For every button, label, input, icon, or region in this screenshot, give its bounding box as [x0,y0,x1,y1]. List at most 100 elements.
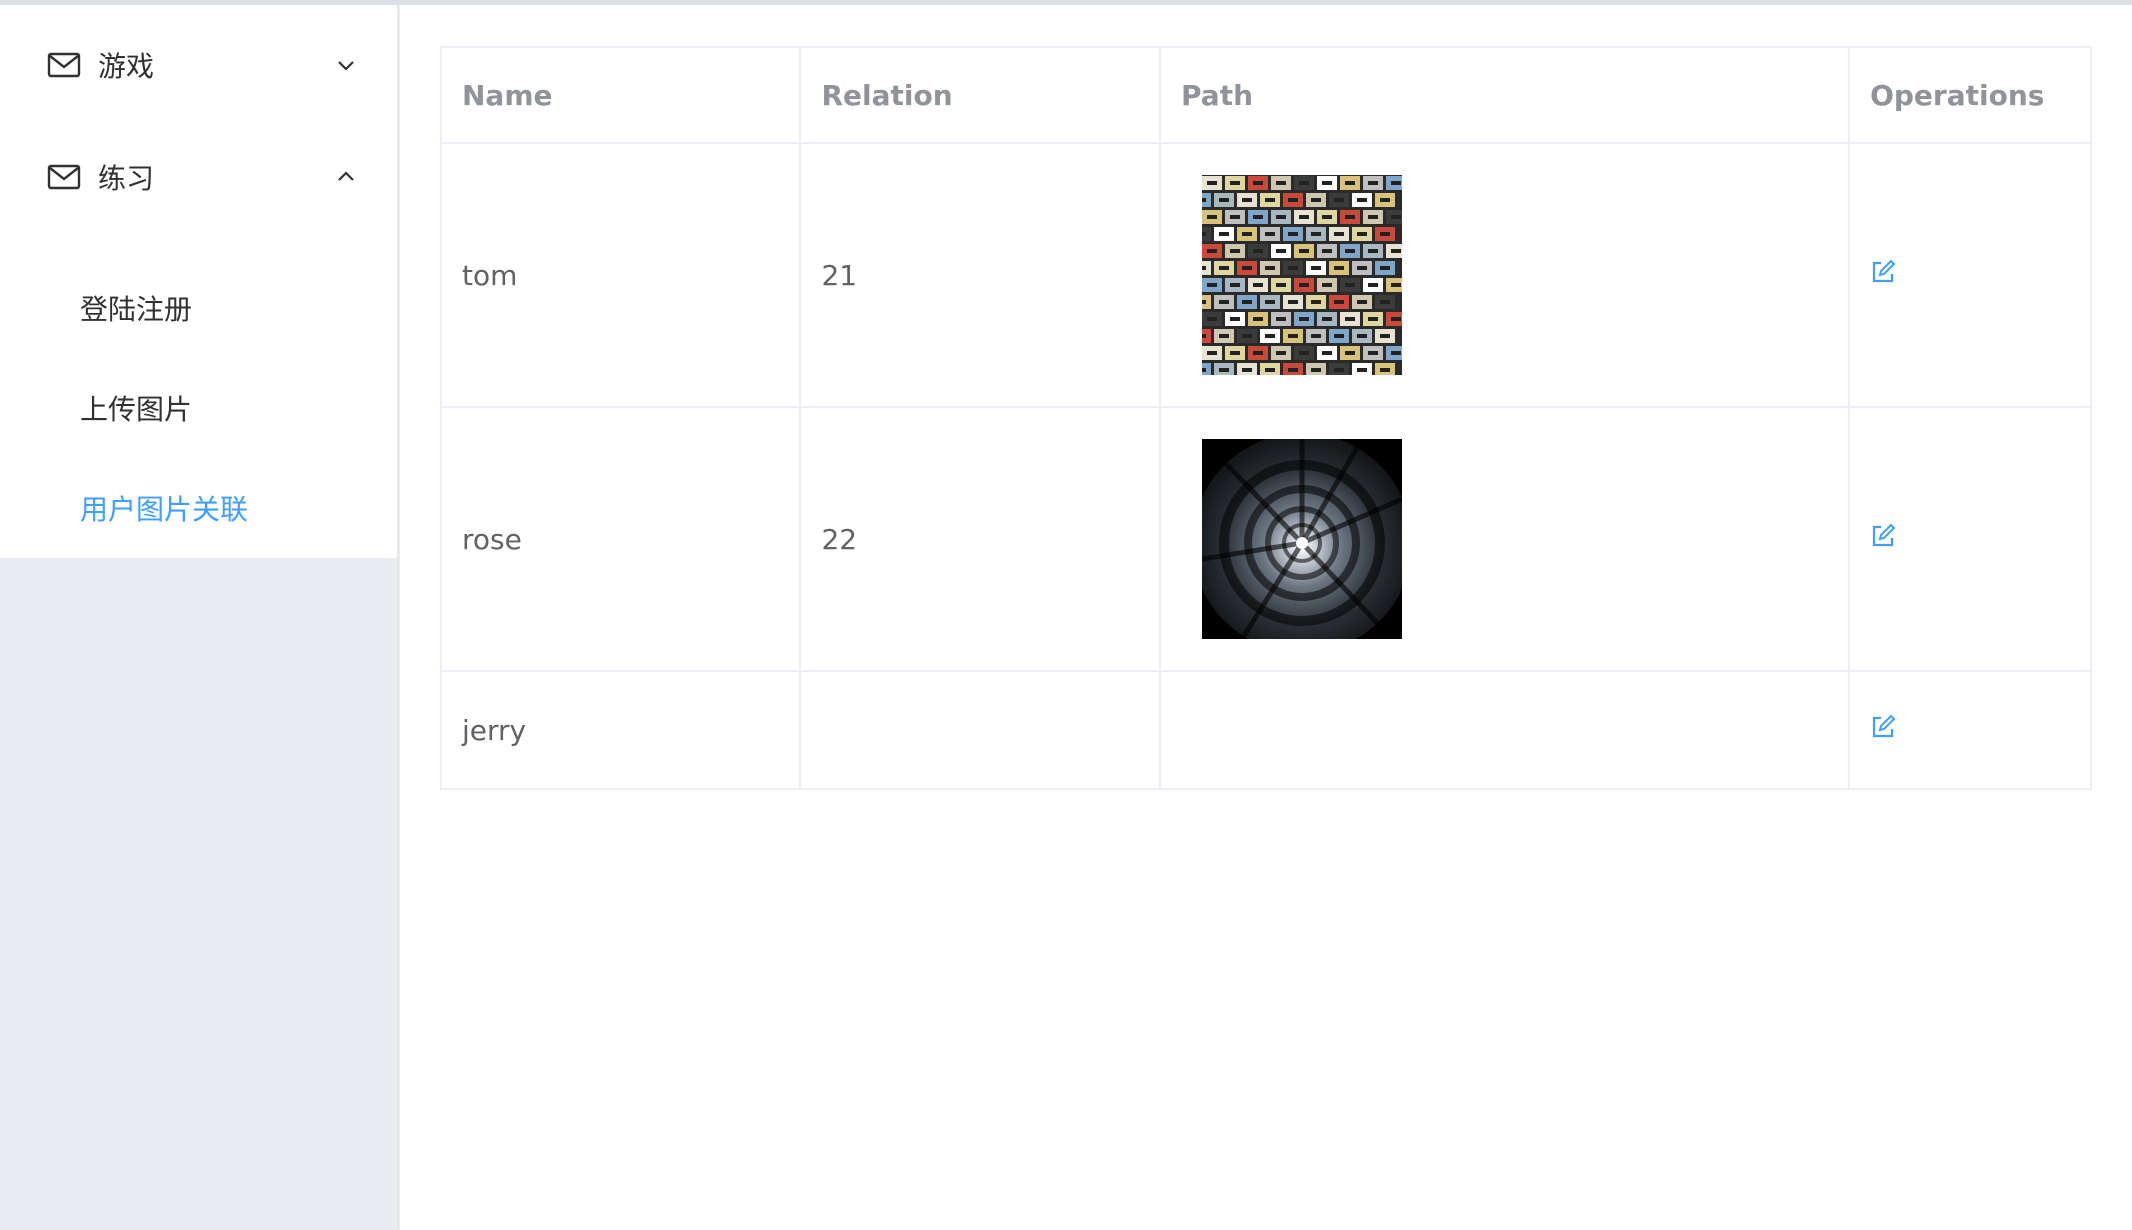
cassette-window [1368,351,1379,355]
cassette-window [1299,317,1310,321]
cell-name: rose [439,406,802,672]
cassette-window [1207,317,1218,321]
cassette-window [1288,266,1299,270]
cassette-window [1380,300,1391,304]
cassette-window [1345,351,1356,355]
cassette-window [1265,232,1276,236]
cassette-window [1230,215,1241,219]
sidebar-item-upload-image[interactable]: 上传图片 [0,363,397,453]
cassette-window [1288,300,1299,304]
cassette-window [1202,232,1207,236]
cassette-window [1202,198,1207,202]
cassette-window [1265,198,1276,202]
column-header-relation: Relation [799,46,1162,144]
cassette-window [1299,249,1310,253]
cassette-window [1380,334,1391,338]
cassette-window [1357,300,1368,304]
cassette-window [1265,334,1276,338]
cassette-window [1242,300,1253,304]
sidebar-item-user-image-relation[interactable]: 用户图片关联 [0,463,397,553]
cassette-window [1230,181,1241,185]
cassette-window [1242,232,1253,236]
cassette-window [1207,351,1218,355]
cassette-window [1311,334,1322,338]
sidebar-item-label: 登陆注册 [80,293,193,326]
cassette-window [1380,266,1391,270]
edit-icon[interactable] [1870,523,1896,549]
submenu-practice[interactable]: 练习 [0,127,397,227]
cassette-window [1322,351,1333,355]
cell-relation: 21 [799,142,1162,408]
table-row: rose 22 [439,406,2092,672]
cassette-window [1391,351,1402,355]
cassette-window [1276,283,1287,287]
cassette-window [1202,368,1207,372]
cassette-window [1207,181,1218,185]
cassette-window [1380,232,1391,236]
cassette-window [1334,334,1345,338]
cassette-window [1276,351,1287,355]
cassette-window [1207,215,1218,219]
cassette-window [1322,181,1333,185]
cassette-tapes-thumbnail [1202,175,1403,375]
edit-icon[interactable] [1870,714,1896,740]
sidebar-item-login-register[interactable]: 登陆注册 [0,263,397,353]
cassette-window [1380,368,1391,372]
cassette-window [1265,266,1276,270]
submenu-games-label: 游戏 [98,50,155,83]
edit-icon[interactable] [1870,259,1896,285]
tunnel-spiral-thumbnail [1202,439,1403,639]
cassette-window [1242,368,1253,372]
cell-path [1159,406,1851,672]
table-row: jerry [439,670,2092,790]
cassette-window [1276,181,1287,185]
submenu-practice-label: 练习 [98,162,155,195]
cassette-window [1253,283,1264,287]
sidebar-divider [397,5,399,1230]
cassette-window [1242,198,1253,202]
cassette-window [1242,334,1253,338]
cassette-window [1380,198,1391,202]
cassette-window [1368,249,1379,253]
cassette-window [1219,334,1230,338]
cassette-window [1288,368,1299,372]
cassette-window [1368,283,1379,287]
cassette-window [1391,283,1402,287]
cell-path [1159,142,1851,408]
cassette-window [1230,351,1241,355]
cassette-window [1357,266,1368,270]
chevron-down-icon [338,61,354,71]
cassette-window [1299,283,1310,287]
cassette-window [1334,198,1345,202]
cassette-window [1253,351,1264,355]
submenu-games[interactable]: 游戏 [0,15,397,115]
cassette-window [1253,249,1264,253]
cassette-window [1219,300,1230,304]
column-header-name: Name [439,46,802,144]
cassette-window [1202,334,1207,338]
cassette-window [1253,215,1264,219]
cassette-window [1311,266,1322,270]
cassette-window [1299,215,1310,219]
cassette-window [1345,283,1356,287]
cassette-window [1288,232,1299,236]
cassette-window [1357,334,1368,338]
column-header-operations: Operations [1848,46,2092,144]
cassette-window [1299,181,1310,185]
cassette-window [1311,198,1322,202]
cassette-window [1219,368,1230,372]
mail-icon [47,164,81,190]
cassette-window [1207,283,1218,287]
cell-operations [1848,142,2092,408]
sidebar: 游戏 练习 登陆注册 上传图片 用户图片关联 [0,5,400,1230]
cassette-window [1299,351,1310,355]
cassette-window [1345,215,1356,219]
cassette-window [1242,266,1253,270]
cassette-window [1334,232,1345,236]
cell-operations [1848,406,2092,672]
cassette-window [1276,215,1287,219]
cassette-window [1391,215,1402,219]
relation-table: Name Relation Path Operations tom 21 ros… [439,46,2092,790]
cassette-window [1368,317,1379,321]
cassette-window [1230,249,1241,253]
